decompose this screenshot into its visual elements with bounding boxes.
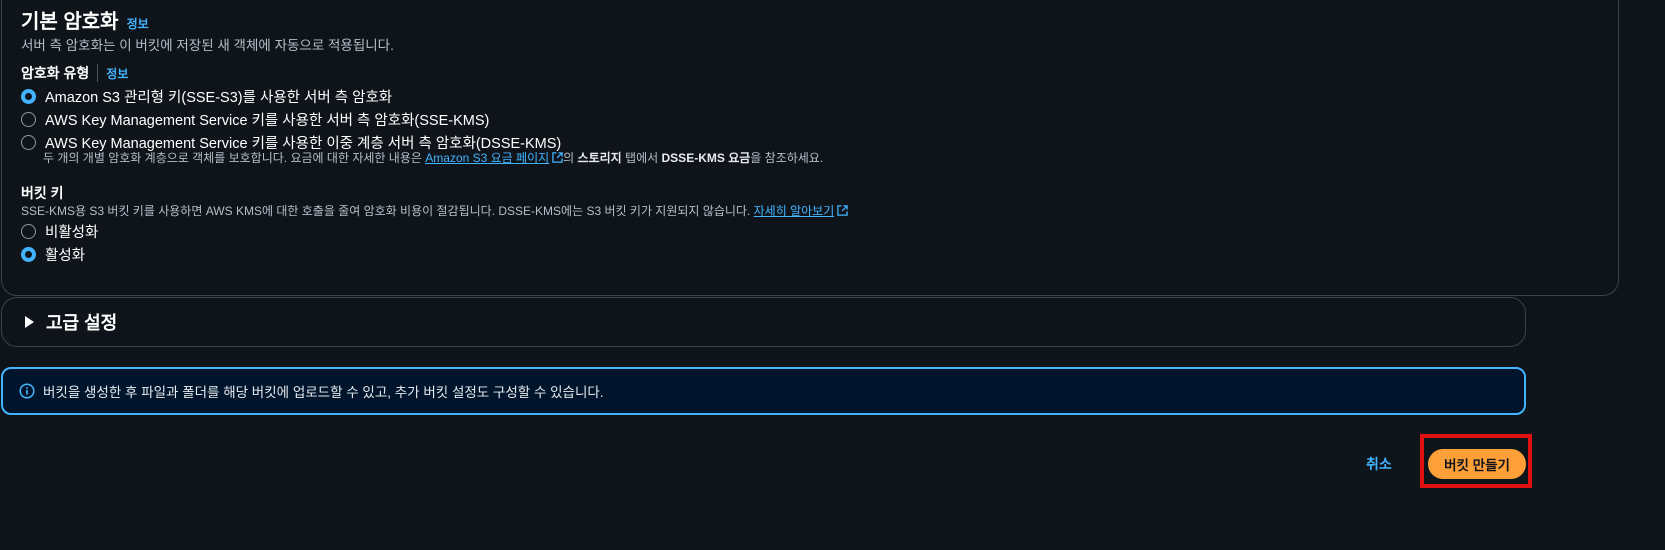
encryption-type-text: 암호화 유형	[21, 65, 90, 81]
s3-pricing-link-text[interactable]: Amazon S3 요금 페이지	[425, 151, 549, 165]
info-link[interactable]: 정보	[127, 15, 149, 32]
cancel-button[interactable]: 취소	[1366, 454, 1392, 474]
alert-text: 버킷을 생성한 후 파일과 폴더를 해당 버킷에 업로드할 수 있고, 추가 버…	[43, 385, 604, 400]
encryption-type-label: 암호화 유형 정보	[21, 63, 128, 83]
bucket-key-desc-text: SSE-KMS용 S3 버킷 키를 사용하면 AWS KMS에 대한 호출을 줄…	[21, 204, 754, 218]
section-title: 기본 암호화	[21, 11, 119, 33]
external-link-icon	[552, 152, 563, 163]
dsse-desc-mid: 의	[563, 151, 578, 165]
label-divider	[97, 64, 99, 82]
radio-label: 비활성화	[45, 225, 99, 241]
section-header: 기본 암호화 정보	[21, 5, 149, 34]
learn-more-link[interactable]: 자세히 알아보기	[754, 204, 849, 218]
bucket-key-label-text: 버킷 키	[21, 185, 64, 201]
radio-sse-kms[interactable]: AWS Key Management Service 키를 사용한 서버 측 암…	[21, 109, 489, 130]
radio-label: 활성화	[45, 248, 86, 264]
learn-more-link-text[interactable]: 자세히 알아보기	[754, 204, 835, 218]
dsse-desc-mid2: 탭에서	[621, 151, 662, 165]
radio-bucket-key-enable[interactable]: 활성화	[21, 244, 85, 265]
radio-indicator-checked[interactable]	[21, 89, 36, 104]
dsse-desc-pricing: DSSE-KMS 요금	[661, 151, 751, 165]
dsse-desc-prefix: 두 개의 개별 암호화 계층으로 객체를 보호합니다. 요금에 대한 자세한 내…	[43, 151, 426, 165]
radio-sse-s3[interactable]: Amazon S3 관리형 키(SSE-S3)를 사용한 서버 측 암호화	[21, 86, 392, 107]
dsse-desc-storage: 스토리지	[577, 151, 622, 165]
caret-right-icon	[25, 316, 34, 328]
advanced-settings-label: 고급 설정	[46, 313, 118, 333]
radio-label: AWS Key Management Service 키를 사용한 서버 측 암…	[45, 113, 490, 129]
info-icon	[19, 383, 35, 399]
section-description: 서버 측 암호화는 이 버킷에 저장된 새 객체에 자동으로 적용됩니다.	[21, 38, 394, 53]
s3-pricing-link[interactable]: Amazon S3 요금 페이지	[425, 151, 563, 165]
bucket-key-description: SSE-KMS용 S3 버킷 키를 사용하면 AWS KMS에 대한 호출을 줄…	[21, 202, 848, 219]
radio-indicator[interactable]	[21, 112, 36, 127]
advanced-settings-expander[interactable]: 고급 설정	[1, 297, 1526, 347]
radio-label: Amazon S3 관리형 키(SSE-S3)를 사용한 서버 측 암호화	[45, 90, 393, 106]
radio-indicator[interactable]	[21, 135, 36, 150]
external-link-icon	[837, 205, 848, 216]
dsse-desc-suffix: 을 참조하세요.	[750, 151, 824, 165]
encryption-type-info-link[interactable]: 정보	[106, 65, 128, 82]
info-alert: 버킷을 생성한 후 파일과 폴더를 해당 버킷에 업로드할 수 있고, 추가 버…	[1, 367, 1526, 415]
dsse-kms-description: 두 개의 개별 암호화 계층으로 객체를 보호합니다. 요금에 대한 자세한 내…	[43, 149, 823, 166]
radio-indicator-checked[interactable]	[21, 247, 36, 262]
bucket-key-label: 버킷 키	[21, 183, 64, 203]
create-bucket-label: 버킷 만들기	[1444, 458, 1510, 473]
radio-bucket-key-disable[interactable]: 비활성화	[21, 221, 98, 242]
create-bucket-button[interactable]: 버킷 만들기	[1419, 449, 1526, 479]
radio-indicator[interactable]	[21, 224, 36, 239]
page: 기본 암호화 정보 서버 측 암호화는 이 버킷에 저장된 새 객체에 자동으로…	[0, 0, 1665, 550]
